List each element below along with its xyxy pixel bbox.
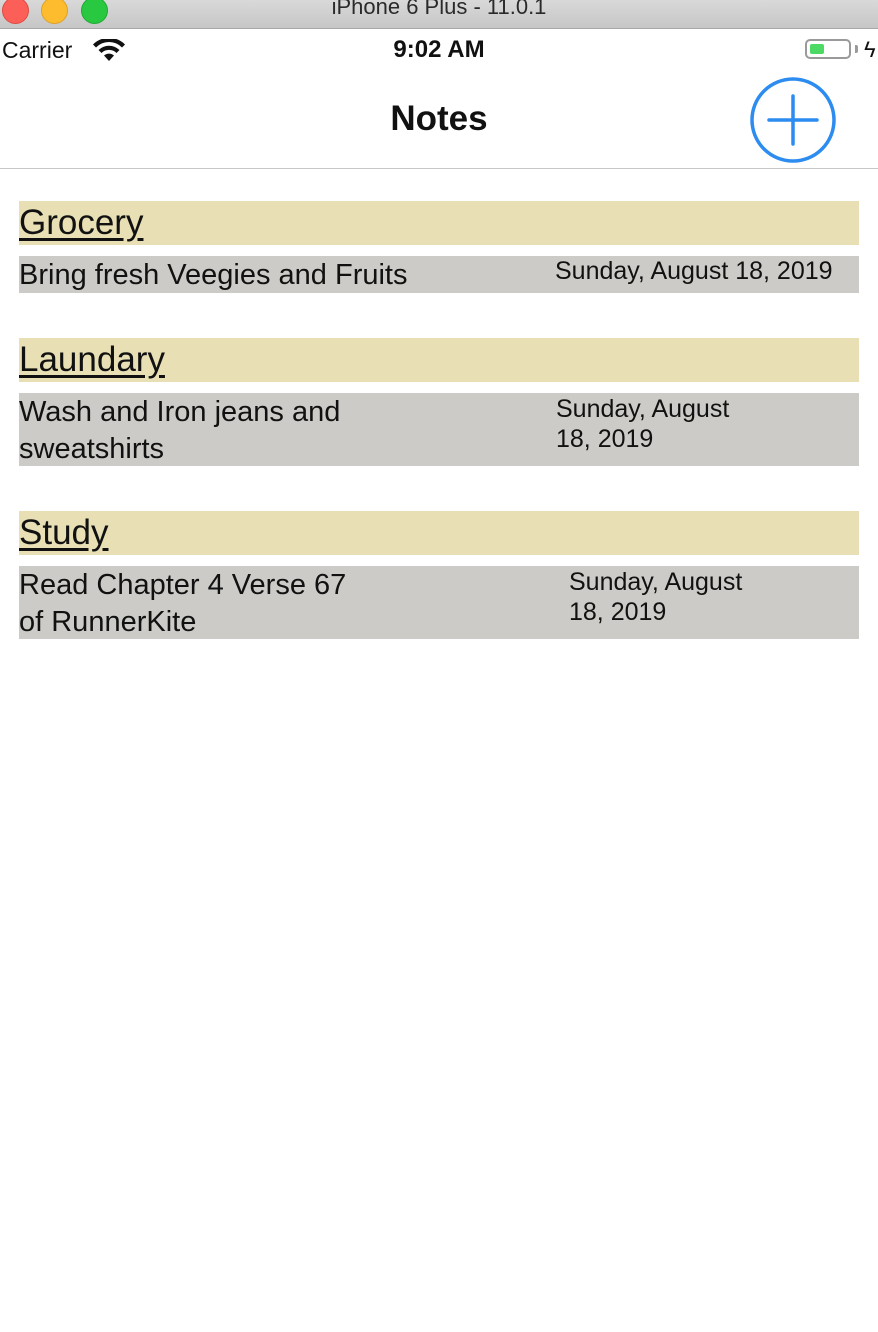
add-note-button[interactable] bbox=[749, 76, 837, 164]
note-title[interactable]: Study bbox=[19, 513, 109, 553]
status-time: 9:02 AM bbox=[393, 36, 485, 63]
note-date: Sunday, August 18, 2019 bbox=[555, 256, 833, 286]
note-title-bar: Study bbox=[19, 511, 859, 555]
note-item-laundary[interactable]: Laundary Wash and Iron jeans and sweatsh… bbox=[19, 338, 859, 466]
note-title-bar: Grocery bbox=[19, 201, 859, 245]
note-date-line: 18, 2019 bbox=[556, 425, 654, 453]
note-date-line: Sunday, August bbox=[569, 568, 743, 596]
battery-icon bbox=[805, 39, 851, 59]
notes-list: Grocery Bring fresh Veegies and Fruits S… bbox=[19, 201, 859, 684]
page-title: Notes bbox=[390, 99, 488, 138]
simulator-titlebar: iPhone 6 Plus - 11.0.1 bbox=[0, 0, 878, 29]
note-title[interactable]: Laundary bbox=[19, 340, 165, 380]
note-text-line: Wash and Iron jeans and bbox=[19, 396, 341, 428]
note-item-grocery[interactable]: Grocery Bring fresh Veegies and Fruits S… bbox=[19, 201, 859, 293]
status-bar: Carrier 9:02 AM ϟ bbox=[0, 29, 878, 73]
note-body: Read Chapter 4 Verse 67 of RunnerKite Su… bbox=[19, 566, 859, 639]
note-date-line: Sunday, August bbox=[556, 395, 730, 423]
note-date-line: 18, 2019 bbox=[569, 598, 667, 626]
note-text-line: sweatshirts bbox=[19, 433, 165, 465]
battery-tip bbox=[855, 45, 858, 53]
note-body: Bring fresh Veegies and Fruits Sunday, A… bbox=[19, 256, 859, 293]
note-date: Sunday, August 18, 2019 bbox=[556, 394, 729, 454]
charging-bolt-icon: ϟ bbox=[864, 37, 876, 62]
note-date: Sunday, August 18, 2019 bbox=[569, 567, 742, 627]
note-body: Wash and Iron jeans and sweatshirts Sund… bbox=[19, 393, 859, 466]
note-date-line: Sunday, August 18, 2019 bbox=[555, 257, 833, 285]
note-title[interactable]: Grocery bbox=[19, 203, 143, 243]
window-title: iPhone 6 Plus - 11.0.1 bbox=[331, 0, 547, 19]
note-title-bar: Laundary bbox=[19, 338, 859, 382]
battery-level bbox=[810, 44, 824, 54]
note-text: Wash and Iron jeans and sweatshirts bbox=[19, 393, 859, 468]
note-item-study[interactable]: Study Read Chapter 4 Verse 67 of RunnerK… bbox=[19, 511, 859, 639]
navigation-bar: Notes bbox=[0, 73, 878, 169]
